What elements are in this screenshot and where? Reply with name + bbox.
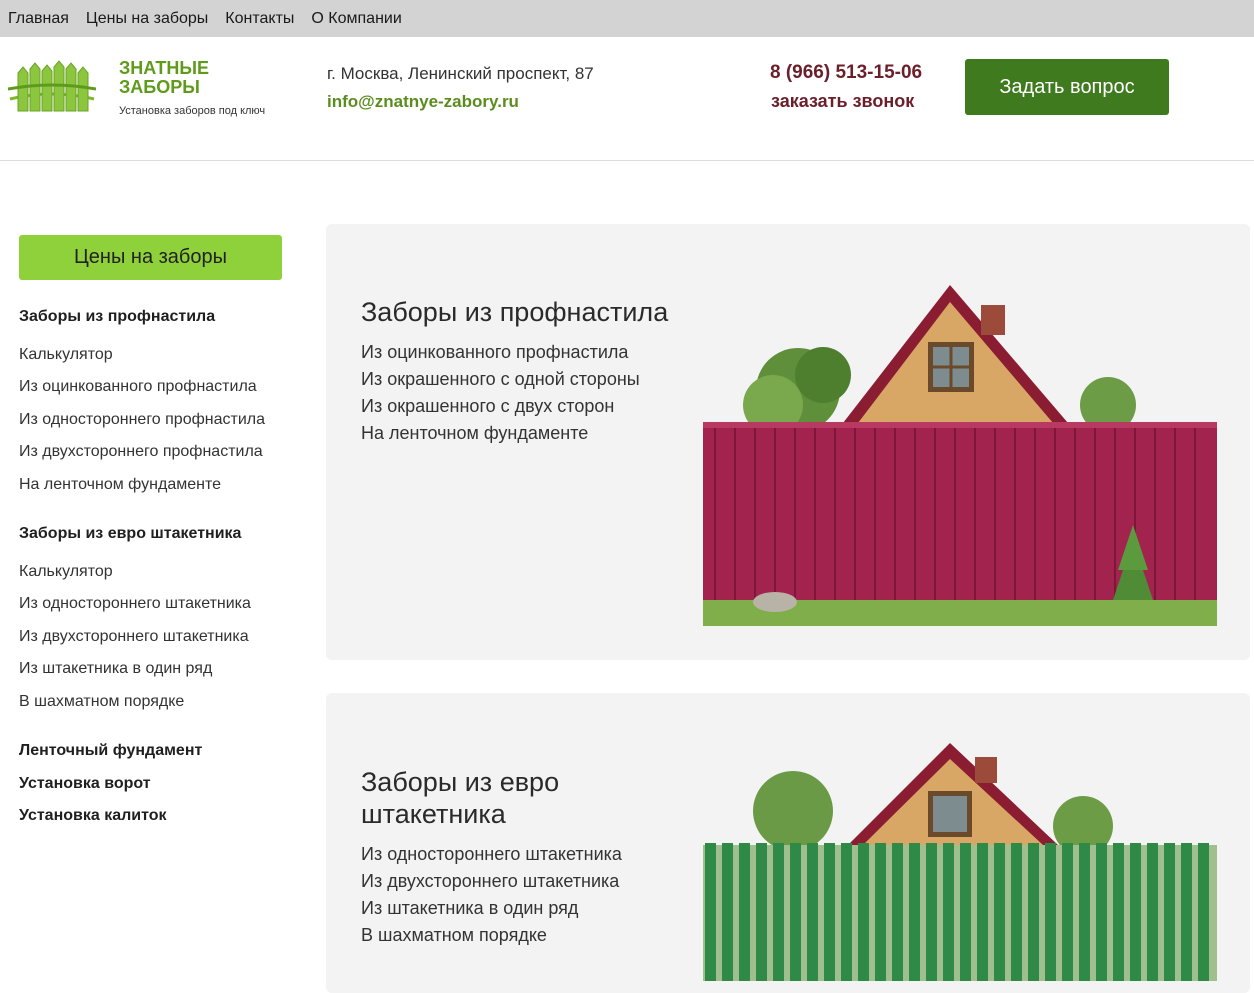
card-list-profnastil: Из оцинкованного профнастила Из окрашенн… (361, 339, 640, 447)
top-navigation: Главная Цены на заборы Контакты О Компан… (0, 0, 1254, 37)
menu-heading-profnastil[interactable]: Заборы из профнастила (19, 308, 215, 326)
address: г. Москва, Ленинский проспект, 87 (327, 64, 594, 83)
menu-link-gates[interactable]: Установка ворот (19, 775, 151, 793)
menu-item-one-sided-profnastil[interactable]: Из одностороннего профнастила (19, 411, 265, 429)
menu-item-two-sided-shtaketnik[interactable]: Из двухстороннего штакетника (19, 628, 249, 646)
menu-item-galvanized[interactable]: Из оцинкованного профнастила (19, 378, 257, 396)
nav-link-contacts[interactable]: Контакты (225, 10, 294, 28)
email-link[interactable]: info@znatnye-zabory.ru (327, 92, 519, 112)
card-item-galvanized[interactable]: Из оцинкованного профнастила (361, 339, 640, 366)
menu-item-single-row[interactable]: Из штакетника в один ряд (19, 660, 212, 678)
card-list-shtaketnik: Из одностороннего штакетника Из двухстор… (361, 841, 622, 949)
ask-question-button[interactable]: Задать вопрос (965, 59, 1169, 115)
card-item-checkerboard[interactable]: В шахматном порядке (361, 922, 622, 949)
menu-item-one-sided-shtaketnik[interactable]: Из одностороннего штакетника (19, 595, 251, 613)
menu-item-strip-foundation-profnastil[interactable]: На ленточном фундаменте (19, 476, 221, 494)
prices-button[interactable]: Цены на заборы (19, 235, 282, 280)
menu-item-checkerboard[interactable]: В шахматном порядке (19, 693, 184, 711)
card-shtaketnik[interactable]: Заборы из евро штакетника Из односторонн… (326, 693, 1250, 993)
card-title-shtaketnik[interactable]: Заборы из евро штакетника (361, 766, 559, 830)
card-item-single-row[interactable]: Из штакетника в один ряд (361, 895, 622, 922)
card-item-painted-two-sides[interactable]: Из окрашенного с двух сторон (361, 393, 640, 420)
site-header: ЗНАТНЫЕ ЗАБОРЫ Установка заборов под клю… (0, 37, 1254, 161)
card-item-two-sided[interactable]: Из двухстороннего штакетника (361, 868, 622, 895)
nav-link-about[interactable]: О Компании (311, 10, 401, 28)
logo-title-line2: ЗАБОРЫ (119, 77, 200, 97)
callback-link[interactable]: заказать звонок (771, 91, 914, 112)
card-title-profnastil[interactable]: Заборы из профнастила (361, 296, 668, 328)
logo-title-line1: ЗНАТНЫЕ (119, 58, 209, 78)
menu-link-strip-foundation[interactable]: Ленточный фундамент (19, 742, 202, 760)
logo-title[interactable]: ЗНАТНЫЕ ЗАБОРЫ (119, 59, 239, 97)
card-item-painted-one-side[interactable]: Из окрашенного с одной стороны (361, 366, 640, 393)
logo-tagline: Установка заборов под ключ (119, 105, 266, 117)
menu-item-two-sided-profnastil[interactable]: Из двухстороннего профнастила (19, 443, 263, 461)
menu-item-calculator-profnastil[interactable]: Калькулятор (19, 346, 113, 364)
nav-link-home[interactable]: Главная (8, 10, 69, 28)
profnastil-fence-image[interactable] (703, 280, 1217, 626)
menu-link-wickets[interactable]: Установка калиток (19, 807, 167, 825)
sidebar: Цены на заборы Заборы из профнастила Кал… (19, 235, 283, 824)
menu-heading-shtaketnik[interactable]: Заборы из евро штакетника (19, 525, 241, 543)
card-title-shtaketnik-line2: штакетника (361, 799, 506, 829)
card-item-one-sided[interactable]: Из одностороннего штакетника (361, 841, 622, 868)
card-title-shtaketnik-line1: Заборы из евро (361, 767, 560, 797)
phone-number[interactable]: 8 (966) 513-15-06 (770, 62, 922, 84)
shtaketnik-fence-image[interactable] (703, 741, 1217, 981)
menu-item-calculator-shtaketnik[interactable]: Калькулятор (19, 563, 113, 581)
nav-link-prices[interactable]: Цены на заборы (86, 10, 208, 28)
card-profnastil[interactable]: Заборы из профнастила Из оцинкованного п… (326, 224, 1250, 660)
card-item-strip-foundation[interactable]: На ленточном фундаменте (361, 420, 640, 447)
fence-logo-icon[interactable] (8, 59, 96, 117)
